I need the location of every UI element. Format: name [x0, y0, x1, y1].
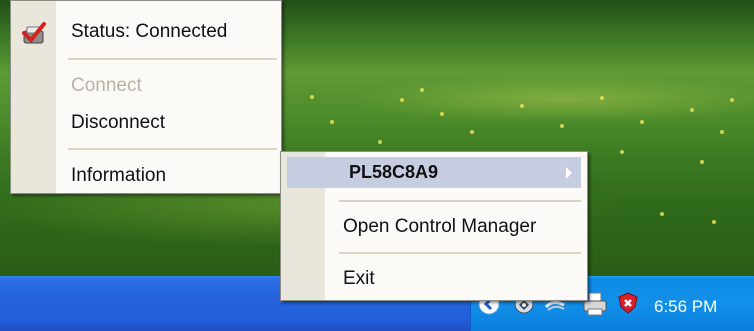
menu-separator	[68, 58, 277, 61]
menu-separator	[339, 200, 581, 203]
taskbar-clock[interactable]: 6:56 PM	[654, 296, 746, 318]
device-menu-item[interactable]: PL58C8A9	[349, 162, 438, 183]
submenu-arrow-icon	[566, 167, 572, 179]
menu-separator	[68, 148, 277, 151]
information-menu-item[interactable]: Information	[71, 165, 166, 187]
exit-menu-item[interactable]: Exit	[343, 268, 375, 290]
menu-separator	[339, 252, 581, 255]
information-submenu: PL58C8A9 Open Control Manager Exit	[280, 151, 588, 301]
open-control-manager-menu-item[interactable]: Open Control Manager	[343, 216, 536, 238]
status-check-icon	[21, 21, 47, 47]
status-label: Status: Connected	[71, 21, 228, 42]
connect-menu-item[interactable]: Connect	[71, 75, 142, 97]
security-shield-icon[interactable]	[616, 291, 640, 315]
tray-context-menu: Status: Connected Connect Disconnect Inf…	[10, 0, 282, 194]
disconnect-menu-item[interactable]: Disconnect	[71, 112, 165, 134]
